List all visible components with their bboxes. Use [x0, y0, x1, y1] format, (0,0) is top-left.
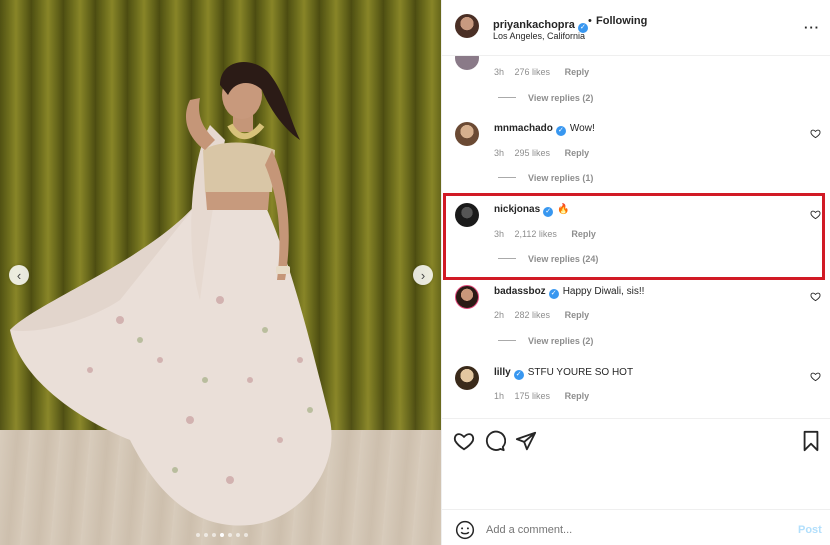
verified-badge-icon: ✓ — [555, 126, 566, 136]
verified-badge-icon: ✓ — [548, 289, 559, 299]
comment-text: Wow! — [569, 123, 595, 134]
comment-avatar[interactable] — [455, 122, 479, 146]
reply-button[interactable]: Reply — [565, 391, 590, 401]
comment-body: lilly ✓ STFU YOURE SO HOT — [494, 367, 633, 380]
comment-username[interactable]: lilly — [494, 367, 511, 378]
post-header: priyankachopra ✓ • Following Los Angeles,… — [442, 0, 830, 56]
comment-meta: 3h 276 likes Reply — [494, 67, 589, 77]
reply-button[interactable]: Reply — [565, 148, 590, 158]
comment-heart-icon[interactable] — [810, 128, 821, 139]
more-horizontal-icon[interactable]: ··· — [804, 20, 820, 35]
view-replies-button[interactable]: View replies (2) — [498, 93, 593, 103]
comment-username[interactable]: badassboz — [494, 286, 546, 297]
comment-heart-icon[interactable] — [810, 291, 821, 302]
bookmark-icon[interactable] — [800, 430, 822, 452]
verified-badge-icon: ✓ — [513, 370, 524, 380]
reply-button[interactable]: Reply — [565, 310, 590, 320]
header-separator: • — [588, 15, 592, 27]
next-slide-button[interactable]: › — [413, 265, 433, 285]
author-avatar[interactable] — [455, 14, 479, 38]
previous-slide-button[interactable]: ‹ — [9, 265, 29, 285]
carousel-dot — [196, 533, 200, 537]
replies-divider — [498, 97, 516, 98]
comment-heart-icon[interactable] — [810, 371, 821, 382]
comment-avatar[interactable] — [455, 366, 479, 390]
comment-meta: 1h 175 likes Reply — [494, 391, 589, 401]
carousel-dots — [196, 533, 248, 537]
comment-meta: 2h 282 likes Reply — [494, 310, 589, 320]
carousel-dot — [204, 533, 208, 537]
comment-meta: 3h 295 likes Reply — [494, 148, 589, 158]
comment-time: 2h — [494, 310, 505, 320]
replies-divider — [498, 340, 516, 341]
replies-divider — [498, 177, 516, 178]
comment-avatar[interactable] — [455, 285, 479, 309]
add-comment-input[interactable] — [486, 524, 756, 536]
view-replies-button[interactable]: View replies (2) — [498, 336, 593, 346]
view-replies-button[interactable]: View replies (1) — [498, 173, 593, 183]
post-actions — [442, 418, 830, 498]
comment-icon[interactable] — [484, 430, 506, 452]
comment-body: mnmachado ✓ Wow! — [494, 123, 595, 136]
reply-button[interactable]: Reply — [565, 67, 590, 77]
comment-text: STFU YOURE SO HOT — [527, 367, 634, 378]
heart-icon[interactable] — [453, 430, 475, 452]
comment-username[interactable]: mnmachado — [494, 123, 553, 134]
comment-likes[interactable]: 175 likes — [515, 391, 551, 401]
send-icon[interactable] — [515, 430, 537, 452]
comment-time: 3h — [494, 67, 505, 77]
highlight-box — [443, 193, 825, 280]
post-location[interactable]: Los Angeles, California — [493, 31, 585, 41]
carousel-dot — [244, 533, 248, 537]
post-side-panel: priyankachopra ✓ • Following Los Angeles,… — [441, 0, 830, 545]
comment-likes[interactable]: 295 likes — [515, 148, 551, 158]
emoji-smile-icon[interactable] — [455, 520, 475, 540]
following-button[interactable]: Following — [596, 15, 647, 27]
comment-text: Happy Diwali, sis!! — [562, 286, 645, 297]
woman-in-lehenga-figure — [10, 62, 332, 526]
carousel-dot — [212, 533, 216, 537]
comment-time: 1h — [494, 391, 505, 401]
comment-time: 3h — [494, 148, 505, 158]
comment-avatar[interactable] — [455, 56, 479, 70]
comment-body: badassboz ✓ Happy Diwali, sis!! — [494, 286, 644, 299]
post-photo[interactable]: ‹ › — [0, 0, 441, 545]
carousel-dot — [228, 533, 232, 537]
comment-likes[interactable]: 276 likes — [515, 67, 551, 77]
comments-list[interactable]: 3h 276 likes Reply View replies (2) mnma… — [442, 56, 830, 418]
comment-likes[interactable]: 282 likes — [515, 310, 551, 320]
post-comment-button[interactable]: Post — [798, 524, 822, 536]
carousel-dot — [220, 533, 224, 537]
add-comment-bar: Post — [442, 509, 830, 545]
author-username[interactable]: priyankachopra — [493, 19, 575, 31]
carousel-dot — [236, 533, 240, 537]
